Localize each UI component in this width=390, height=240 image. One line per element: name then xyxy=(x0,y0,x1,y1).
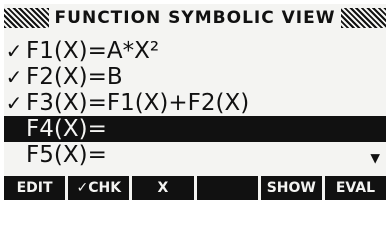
checkmark-icon[interactable]: ✓ xyxy=(4,39,24,63)
function-row-f2[interactable]: ✓ F2(X)=B xyxy=(4,64,386,90)
check-button[interactable]: ✓CHK xyxy=(68,176,133,200)
title-hatch-left xyxy=(4,8,49,28)
x-variable-button[interactable]: X xyxy=(132,176,197,200)
blank-menu-key[interactable] xyxy=(197,176,261,200)
soft-menu-bar: EDIT ✓CHK X SHOW EVAL xyxy=(4,176,386,200)
view-title: FUNCTION SYMBOLIC VIEW xyxy=(54,8,336,28)
function-row-f4[interactable]: F4(X)= xyxy=(4,116,386,142)
function-expression: F4(X)= xyxy=(26,116,107,142)
checkmark-icon[interactable]: ✓ xyxy=(4,65,24,89)
function-expression: F3(X)=F1(X)+F2(X) xyxy=(26,90,250,116)
eval-button[interactable]: EVAL xyxy=(325,176,386,200)
function-row-f1[interactable]: ✓ F1(X)=A*X² xyxy=(4,38,386,64)
title-bar: FUNCTION SYMBOLIC VIEW xyxy=(4,4,387,32)
title-hatch-right xyxy=(341,8,387,28)
edit-button[interactable]: EDIT xyxy=(4,176,69,200)
function-expression: F2(X)=B xyxy=(26,64,123,90)
checkmark-icon[interactable]: ✓ xyxy=(4,91,24,115)
function-list: ✓ F1(X)=A*X² ✓ F2(X)=B ✓ F3(X)=F1(X)+F2(… xyxy=(4,38,386,168)
scroll-down-icon: ▼ xyxy=(370,148,380,167)
show-button[interactable]: SHOW xyxy=(261,176,325,200)
calculator-screen: FUNCTION SYMBOLIC VIEW ✓ F1(X)=A*X² ✓ F2… xyxy=(4,4,387,200)
function-row-f5[interactable]: F5(X)= xyxy=(4,142,386,168)
function-expression: F5(X)= xyxy=(26,142,107,168)
function-row-f3[interactable]: ✓ F3(X)=F1(X)+F2(X) xyxy=(4,90,386,116)
function-expression: F1(X)=A*X² xyxy=(26,38,160,64)
